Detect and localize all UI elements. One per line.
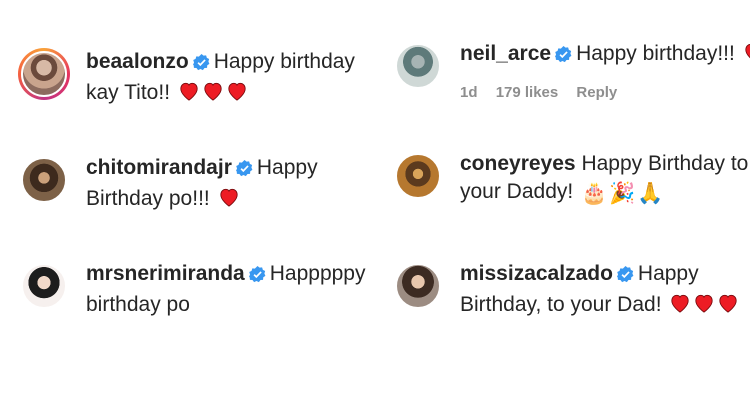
heart-icon (717, 293, 739, 321)
verified-badge-icon (235, 157, 253, 185)
comment-age: 1d (460, 84, 478, 101)
avatar[interactable] (395, 263, 441, 309)
comment-body: neil_arce Happy birthday!!! 1d 179 likes … (460, 40, 750, 107)
avatar-wrapper[interactable] (392, 40, 444, 92)
emoji-group: 🎂🎉🙏 (579, 180, 663, 205)
verified-badge-icon (248, 263, 266, 291)
folded-hands-icon: 🙏 (637, 182, 664, 205)
like-count[interactable]: 179 likes (496, 84, 559, 101)
comment-neil-arce: neil_arce Happy birthday!!! 1d 179 likes … (392, 40, 750, 107)
reply-button[interactable]: Reply (576, 84, 617, 101)
party-popper-icon: 🎉 (609, 182, 636, 205)
comment-coneyreyes: coneyreyes Happy Birthday to your Daddy!… (392, 150, 750, 208)
avatar[interactable] (395, 153, 441, 199)
comment-beaalonzo: beaalonzo Happy birthday kay Tito!! (18, 48, 386, 109)
avatar[interactable] (21, 51, 67, 97)
username[interactable]: coneyreyes (460, 152, 576, 175)
avatar[interactable] (395, 43, 441, 89)
username[interactable]: mrsnerimiranda (86, 262, 245, 285)
avatar-story-ring[interactable] (18, 48, 70, 100)
avatar-wrapper[interactable] (18, 260, 70, 312)
verified-badge-icon (555, 43, 572, 71)
cake-icon: 🎂 (581, 182, 608, 205)
heart-icon (743, 42, 750, 70)
username[interactable]: neil_arce (460, 42, 551, 65)
username[interactable]: chitomirandajr (86, 156, 232, 179)
comment-body: coneyreyes Happy Birthday to your Daddy!… (460, 150, 750, 208)
username[interactable]: beaalonzo (86, 50, 189, 73)
comment-chitomirandajr: chitomirandajr Happy Birthday po!!! (18, 154, 386, 215)
comment-mrsnerimiranda: mrsnerimiranda Happpppy birthday po (18, 260, 386, 319)
username[interactable]: missizacalzado (460, 262, 613, 285)
verified-badge-icon (616, 263, 634, 291)
emoji-group (216, 187, 240, 210)
heart-icon (226, 81, 248, 109)
heart-icon (669, 293, 691, 321)
verified-badge-icon (192, 51, 210, 79)
emoji-group (667, 293, 739, 316)
emoji-group (741, 42, 750, 65)
comment-missizacalzado: missizacalzado Happy Birthday, to your Da… (392, 260, 750, 321)
avatar-wrapper[interactable] (18, 154, 70, 206)
heart-icon (178, 81, 200, 109)
comment-meta: 1d 179 likes Reply (460, 79, 750, 107)
avatar-wrapper[interactable] (392, 150, 444, 202)
comment-body: mrsnerimiranda Happpppy birthday po (86, 260, 386, 319)
comment-body: chitomirandajr Happy Birthday po!!! (86, 154, 386, 215)
heart-icon (218, 187, 240, 215)
emoji-group (176, 81, 248, 104)
avatar-wrapper[interactable] (392, 260, 444, 312)
heart-icon (693, 293, 715, 321)
comment-body: missizacalzado Happy Birthday, to your Da… (460, 260, 750, 321)
avatar[interactable] (21, 157, 67, 203)
comment-body: beaalonzo Happy birthday kay Tito!! (86, 48, 386, 109)
comment-text: Happy birthday!!! (576, 42, 735, 65)
heart-icon (202, 81, 224, 109)
avatar[interactable] (21, 263, 67, 309)
